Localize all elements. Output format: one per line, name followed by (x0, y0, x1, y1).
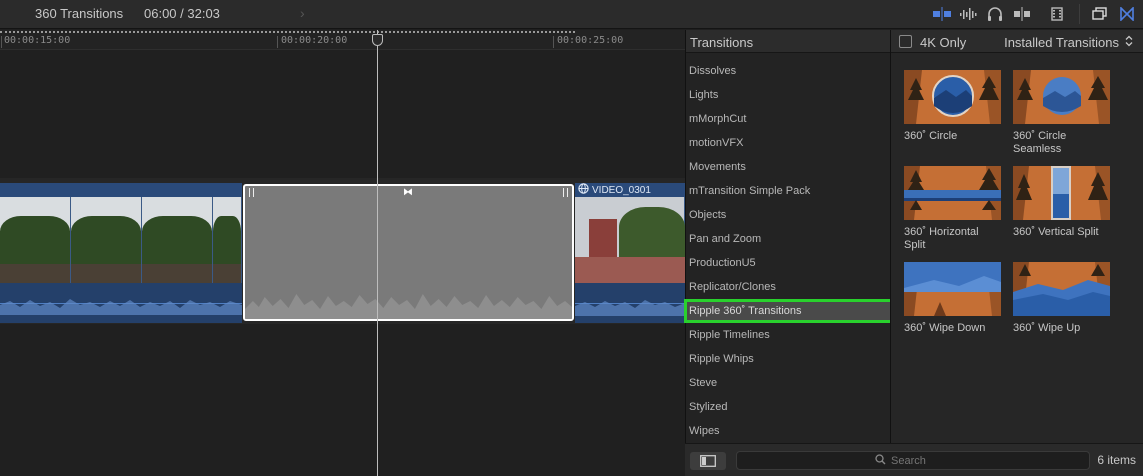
effects-browser-icon[interactable] (1090, 5, 1110, 23)
category-item[interactable]: mTransition Simple Pack (686, 179, 891, 203)
clip-thumbnail (71, 197, 142, 283)
search-field[interactable] (736, 451, 1090, 470)
clip-thumbnail (213, 197, 242, 283)
clip-name: VIDEO_0301 (592, 184, 651, 196)
chevron-right-icon[interactable]: › (300, 5, 305, 21)
360-video-icon (578, 183, 589, 197)
transition-tile-360-circle-seamless[interactable]: 360˚ Circle Seamless (1013, 70, 1110, 156)
transition-clip[interactable]: ⧓ (243, 184, 574, 321)
transition-tile-360-wipe-up[interactable]: 360˚ Wipe Up (1013, 262, 1110, 335)
transitions-sidebar-title: Transitions (686, 30, 890, 53)
browser-bottom-bar: 6 items (685, 443, 1143, 476)
clip-filmstrip (575, 197, 685, 283)
playhead[interactable] (377, 30, 378, 476)
category-item[interactable]: mMorphCut (686, 107, 891, 131)
category-item[interactable]: Ripple 360˚ Transitions (684, 299, 893, 323)
transitions-grid-header: 4K Only Installed Transitions (891, 30, 1143, 53)
clip-thumbnail (575, 197, 685, 283)
transitions-browser-icon[interactable] (1117, 5, 1137, 23)
transition-tile-360-horizontal-split[interactable]: 360˚ Horizontal Split (904, 166, 1001, 252)
sidebar-toggle-button[interactable] (690, 452, 726, 470)
range-indicator (0, 31, 575, 33)
project-name: 360 Transitions (35, 6, 124, 21)
transition-thumbnail (1013, 70, 1110, 124)
ruler-tick (1, 36, 2, 48)
transitions-sidebar: Transitions Dissolves Lights mMorphCut moti… (684, 30, 893, 476)
toolbar-divider (1079, 4, 1080, 24)
category-item[interactable]: ProductionU5 (686, 251, 891, 275)
category-item[interactable]: Ripple Timelines (686, 323, 891, 347)
search-input[interactable] (891, 454, 951, 467)
transition-thumbnail (1013, 166, 1110, 220)
category-item[interactable]: motionVFX (686, 131, 891, 155)
updown-chevron-icon (1125, 35, 1133, 50)
category-item[interactable]: Stylized (686, 395, 891, 419)
search-icon (875, 452, 886, 470)
category-list: Dissolves Lights mMorphCut motionVFX Movemen… (684, 59, 893, 443)
category-item[interactable]: Wipes (686, 419, 891, 443)
transition-thumbnail (904, 70, 1001, 124)
timeline[interactable]: 00:00:15:00 00:00:20:00 00:00:25:00 ⧓ VI… (0, 30, 685, 476)
snapping-icon[interactable] (1011, 5, 1033, 23)
ruler-tick (553, 36, 554, 48)
filmstrip-icon[interactable] (1047, 5, 1067, 23)
ruler-label: 00:00:15:00 (4, 35, 71, 46)
transition-tile-label: 360˚ Circle Seamless (1013, 130, 1067, 155)
transition-left-handle[interactable] (249, 188, 254, 197)
clip-filmstrip (0, 197, 242, 283)
video-clip-right[interactable] (575, 183, 685, 323)
playhead-handle[interactable] (372, 34, 383, 46)
transition-tile-label: 360˚ Horizontal Split (904, 226, 979, 251)
clip-appearance-icon[interactable] (931, 5, 953, 23)
category-item[interactable]: Movements (686, 155, 891, 179)
transition-thumbnail (904, 166, 1001, 220)
installed-transitions-label: Installed Transitions (1004, 35, 1119, 50)
transition-right-handle[interactable] (563, 188, 568, 197)
4k-only-label[interactable]: 4K Only (920, 35, 966, 50)
transition-tile-360-wipe-down[interactable]: 360˚ Wipe Down (904, 262, 1001, 335)
timeline-toolbar: 360 Transitions 06:00 / 32:03 › (0, 0, 1143, 29)
category-item[interactable]: Dissolves (686, 59, 891, 83)
video-clip-left[interactable] (0, 183, 242, 323)
transitions-grid-panel: 4K Only Installed Transitions 360˚ Circl… (890, 30, 1143, 443)
item-count: 6 items (1097, 453, 1136, 467)
category-item[interactable]: Objects (686, 203, 891, 227)
clip-name-label: VIDEO_0301 (578, 183, 651, 197)
transition-tile-360-vertical-split[interactable]: 360˚ Vertical Split (1013, 166, 1110, 239)
clip-thumbnail (142, 197, 213, 283)
category-item[interactable]: Replicator/Clones (686, 275, 891, 299)
audio-waveform-icon[interactable] (958, 5, 980, 23)
category-item[interactable]: Lights (686, 83, 891, 107)
transition-thumbnail (1013, 262, 1110, 316)
transition-tile-label: 360˚ Wipe Up (1013, 322, 1081, 334)
ruler-tick (277, 36, 278, 48)
category-item[interactable]: Pan and Zoom (686, 227, 891, 251)
transition-tile-360-circle[interactable]: 360˚ Circle (904, 70, 1001, 143)
transition-tile-label: 360˚ Circle (904, 130, 958, 142)
transition-tile-label: 360˚ Wipe Down (904, 322, 986, 334)
4k-only-checkbox[interactable] (899, 35, 912, 48)
clip-thumbnail (0, 197, 71, 283)
category-item[interactable]: Steve (686, 371, 891, 395)
clip-audio-waveform (575, 283, 685, 323)
transition-thumbnail (904, 262, 1001, 316)
timeline-ruler[interactable]: 00:00:15:00 00:00:20:00 00:00:25:00 (0, 30, 685, 50)
category-item[interactable]: Ripple Whips (686, 347, 891, 371)
clip-header (0, 183, 242, 197)
transition-tile-label: 360˚ Vertical Split (1013, 226, 1099, 238)
installed-transitions-popup[interactable]: Installed Transitions (1004, 35, 1133, 50)
sidebar-icon (700, 455, 716, 467)
ruler-label: 00:00:20:00 (281, 35, 348, 46)
project-timecode: 06:00 / 32:03 (144, 6, 220, 21)
ruler-label: 00:00:25:00 (557, 35, 624, 46)
transition-audio-waveform (245, 294, 572, 319)
clip-audio-waveform (0, 283, 242, 323)
transition-bowtie-icon[interactable]: ⧓ (403, 187, 413, 198)
headphones-icon[interactable] (985, 5, 1005, 23)
